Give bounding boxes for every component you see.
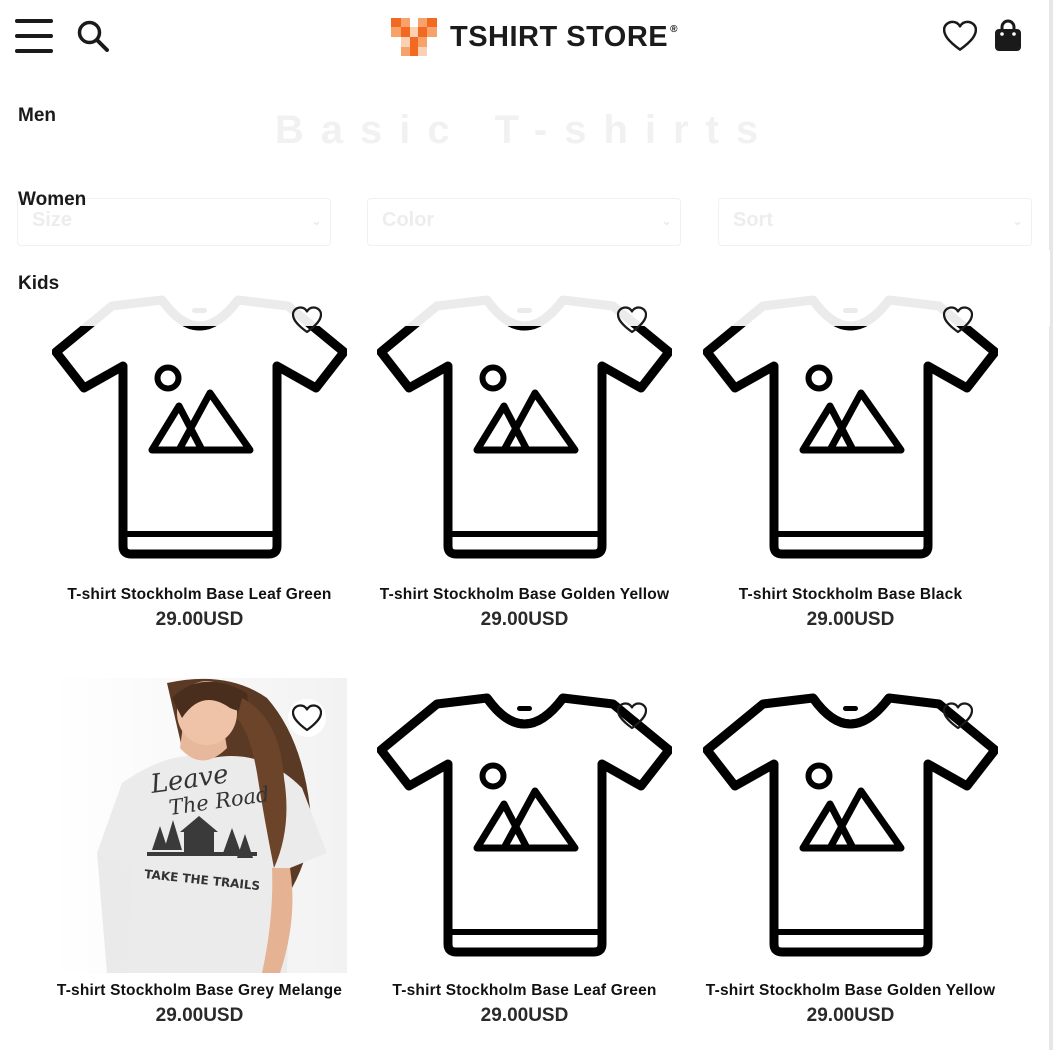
search-icon[interactable] [76, 19, 110, 53]
side-menu-item-women[interactable]: Women [18, 189, 86, 211]
product-price: 29.00USD [155, 609, 244, 630]
size-filter-label: Size [32, 209, 73, 231]
product-name[interactable]: T-shirt Stockholm Base Black [703, 587, 998, 603]
product-name[interactable]: T-shirt Stockholm Base Golden Yellow [377, 587, 672, 603]
wishlist-heart-icon[interactable] [942, 20, 978, 52]
add-to-wishlist-heart-icon[interactable] [289, 302, 325, 338]
product-card[interactable]: Leave The Road TAKE THE TRAILS T-shirt S… [52, 678, 347, 1027]
product-image[interactable] [52, 282, 347, 577]
page-title: Basic T-shirts [274, 108, 776, 152]
side-menu-item-men[interactable]: Men [18, 105, 56, 127]
sort-select[interactable]: Sort ⌄ [718, 198, 1032, 246]
hamburger-menu-icon[interactable] [15, 19, 53, 53]
product-image[interactable] [703, 282, 998, 577]
store-logo[interactable]: TSHIRT STORE ® [391, 17, 678, 57]
product-card[interactable]: T-shirt Stockholm Base Black 29.00USD [703, 282, 998, 631]
add-to-wishlist-heart-icon[interactable] [940, 302, 976, 338]
add-to-wishlist-heart-icon[interactable] [940, 698, 976, 734]
product-price: 29.00USD [155, 1005, 244, 1026]
product-price: 29.00USD [806, 1005, 895, 1026]
logo-mark-icon [391, 18, 437, 56]
shopping-bag-icon[interactable] [993, 19, 1023, 53]
scrollbar[interactable] [1049, 0, 1053, 1050]
product-price: 29.00USD [806, 609, 895, 630]
registered-mark: ® [670, 23, 678, 35]
color-filter-select[interactable]: Color ⌄ [367, 198, 681, 246]
chevron-down-icon: ⌄ [661, 213, 672, 228]
product-image[interactable] [377, 678, 672, 973]
chevron-down-icon: ⌄ [311, 213, 322, 228]
product-name[interactable]: T-shirt Stockholm Base Leaf Green [377, 983, 672, 999]
product-card[interactable]: T-shirt Stockholm Base Golden Yellow 29.… [377, 282, 672, 631]
chevron-down-icon: ⌄ [1012, 213, 1023, 228]
add-to-wishlist-heart-icon[interactable] [614, 698, 650, 734]
product-card[interactable]: T-shirt Stockholm Base Leaf Green 29.00U… [52, 282, 347, 631]
product-photo[interactable]: Leave The Road TAKE THE TRAILS [52, 678, 347, 973]
product-name[interactable]: T-shirt Stockholm Base Leaf Green [52, 587, 347, 603]
add-to-wishlist-heart-icon[interactable] [614, 302, 650, 338]
product-image[interactable] [703, 678, 998, 973]
color-filter-label: Color [382, 209, 435, 231]
side-menu-item-kids[interactable]: Kids [18, 273, 59, 295]
sort-label: Sort [733, 209, 773, 231]
product-price: 29.00USD [480, 609, 569, 630]
product-name[interactable]: T-shirt Stockholm Base Grey Melange [52, 983, 347, 999]
product-image[interactable] [377, 282, 672, 577]
store-name: TSHIRT STORE [450, 20, 669, 53]
product-name[interactable]: T-shirt Stockholm Base Golden Yellow [703, 983, 998, 999]
product-card[interactable]: T-shirt Stockholm Base Golden Yellow 29.… [703, 678, 998, 1027]
add-to-wishlist-heart-icon[interactable] [288, 699, 326, 737]
product-card[interactable]: T-shirt Stockholm Base Leaf Green 29.00U… [377, 678, 672, 1027]
product-price: 29.00USD [480, 1005, 569, 1026]
site-header: TSHIRT STORE ® [0, 0, 1050, 78]
